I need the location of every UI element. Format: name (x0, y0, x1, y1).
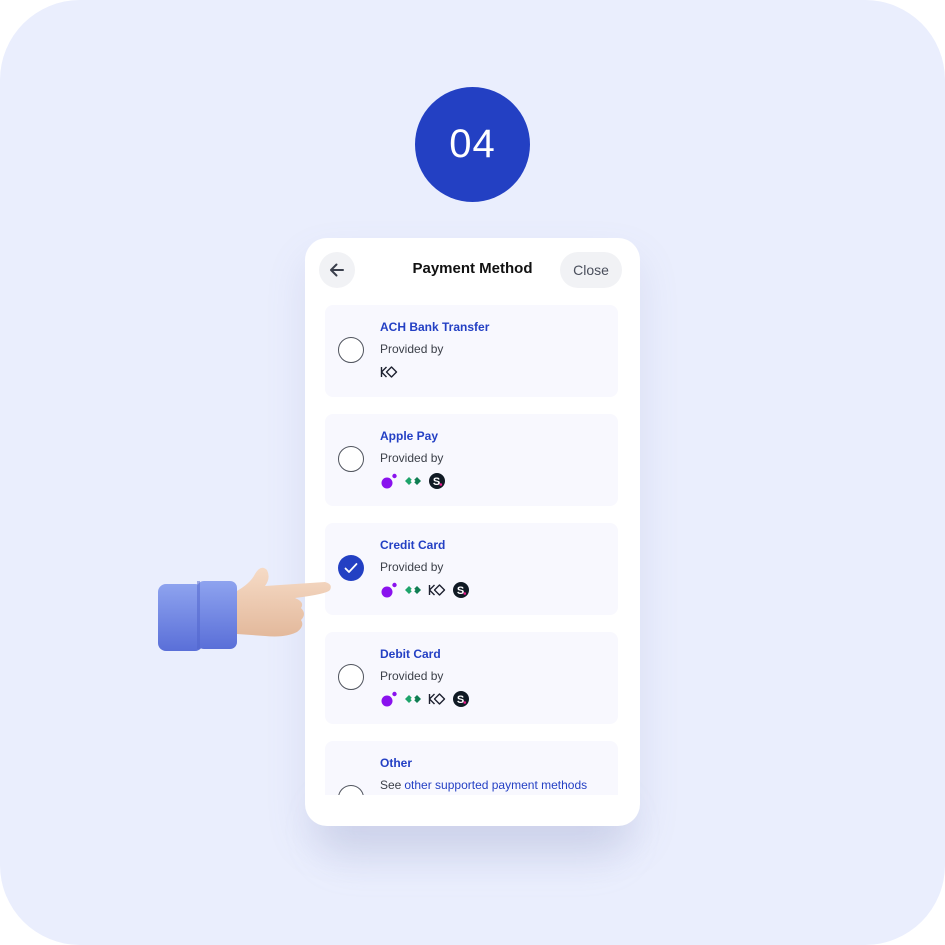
kanmon-diamond-icon (428, 582, 446, 598)
payment-method-screen: Payment Method Close ACH Bank Transfer P… (305, 238, 640, 826)
option-subtitle: See other supported payment methods (380, 778, 587, 792)
background-canvas: 04 Payment Method Close ACH Bank Transfe… (0, 0, 945, 945)
option-title: Credit Card (380, 538, 446, 552)
option-debit-card[interactable]: Debit Card Provided by S (325, 632, 618, 724)
option-subtitle: Provided by (380, 669, 444, 683)
option-title: Apple Pay (380, 429, 439, 443)
kanmon-diamond-icon (428, 691, 446, 707)
provider-logos: S (380, 691, 470, 707)
option-title: Debit Card (380, 647, 441, 661)
s-circle-icon: S (452, 691, 470, 707)
svg-text:S: S (457, 694, 464, 706)
option-title: Other (380, 756, 413, 770)
subtitle-prefix: See (380, 778, 402, 792)
option-title: ACH Bank Transfer (380, 320, 490, 334)
s-circle-icon: S (428, 473, 446, 489)
close-button[interactable]: Close (560, 252, 622, 288)
step-number: 04 (449, 122, 496, 166)
purple-dots-icon (380, 473, 398, 489)
payment-options-list[interactable]: ACH Bank Transfer Provided by Apple Pay … (325, 305, 618, 795)
svg-text:S: S (457, 585, 464, 597)
kanmon-diamond-icon (380, 364, 398, 380)
option-ach-bank-transfer[interactable]: ACH Bank Transfer Provided by (325, 305, 618, 397)
purple-dots-icon (380, 582, 398, 598)
option-credit-card[interactable]: Credit Card Provided by S (325, 523, 618, 615)
step-number-badge: 04 (415, 87, 530, 202)
green-diamond-icon (404, 691, 422, 707)
other-methods-link[interactable]: other supported payment methods (404, 778, 587, 792)
provider-logos: S (380, 582, 470, 598)
option-apple-pay[interactable]: Apple Pay Provided by S (325, 414, 618, 506)
provider-logos: S (380, 473, 446, 489)
screen-header: Payment Method Close (305, 238, 640, 302)
radio-unchecked[interactable] (338, 785, 364, 795)
option-subtitle: Provided by (380, 560, 444, 574)
purple-dots-icon (380, 691, 398, 707)
radio-unchecked[interactable] (338, 446, 364, 472)
radio-checked[interactable] (338, 555, 364, 581)
option-subtitle: Provided by (380, 451, 444, 465)
pointing-hand-illustration (158, 567, 331, 651)
green-diamond-icon (404, 582, 422, 598)
provider-logos (380, 364, 398, 380)
checkmark-icon (344, 563, 358, 573)
s-circle-icon: S (452, 582, 470, 598)
option-subtitle: Provided by (380, 342, 444, 356)
radio-unchecked[interactable] (338, 664, 364, 690)
svg-text:S: S (433, 476, 440, 488)
radio-unchecked[interactable] (338, 337, 364, 363)
option-other[interactable]: Other See other supported payment methods (325, 741, 618, 795)
green-diamond-icon (404, 473, 422, 489)
